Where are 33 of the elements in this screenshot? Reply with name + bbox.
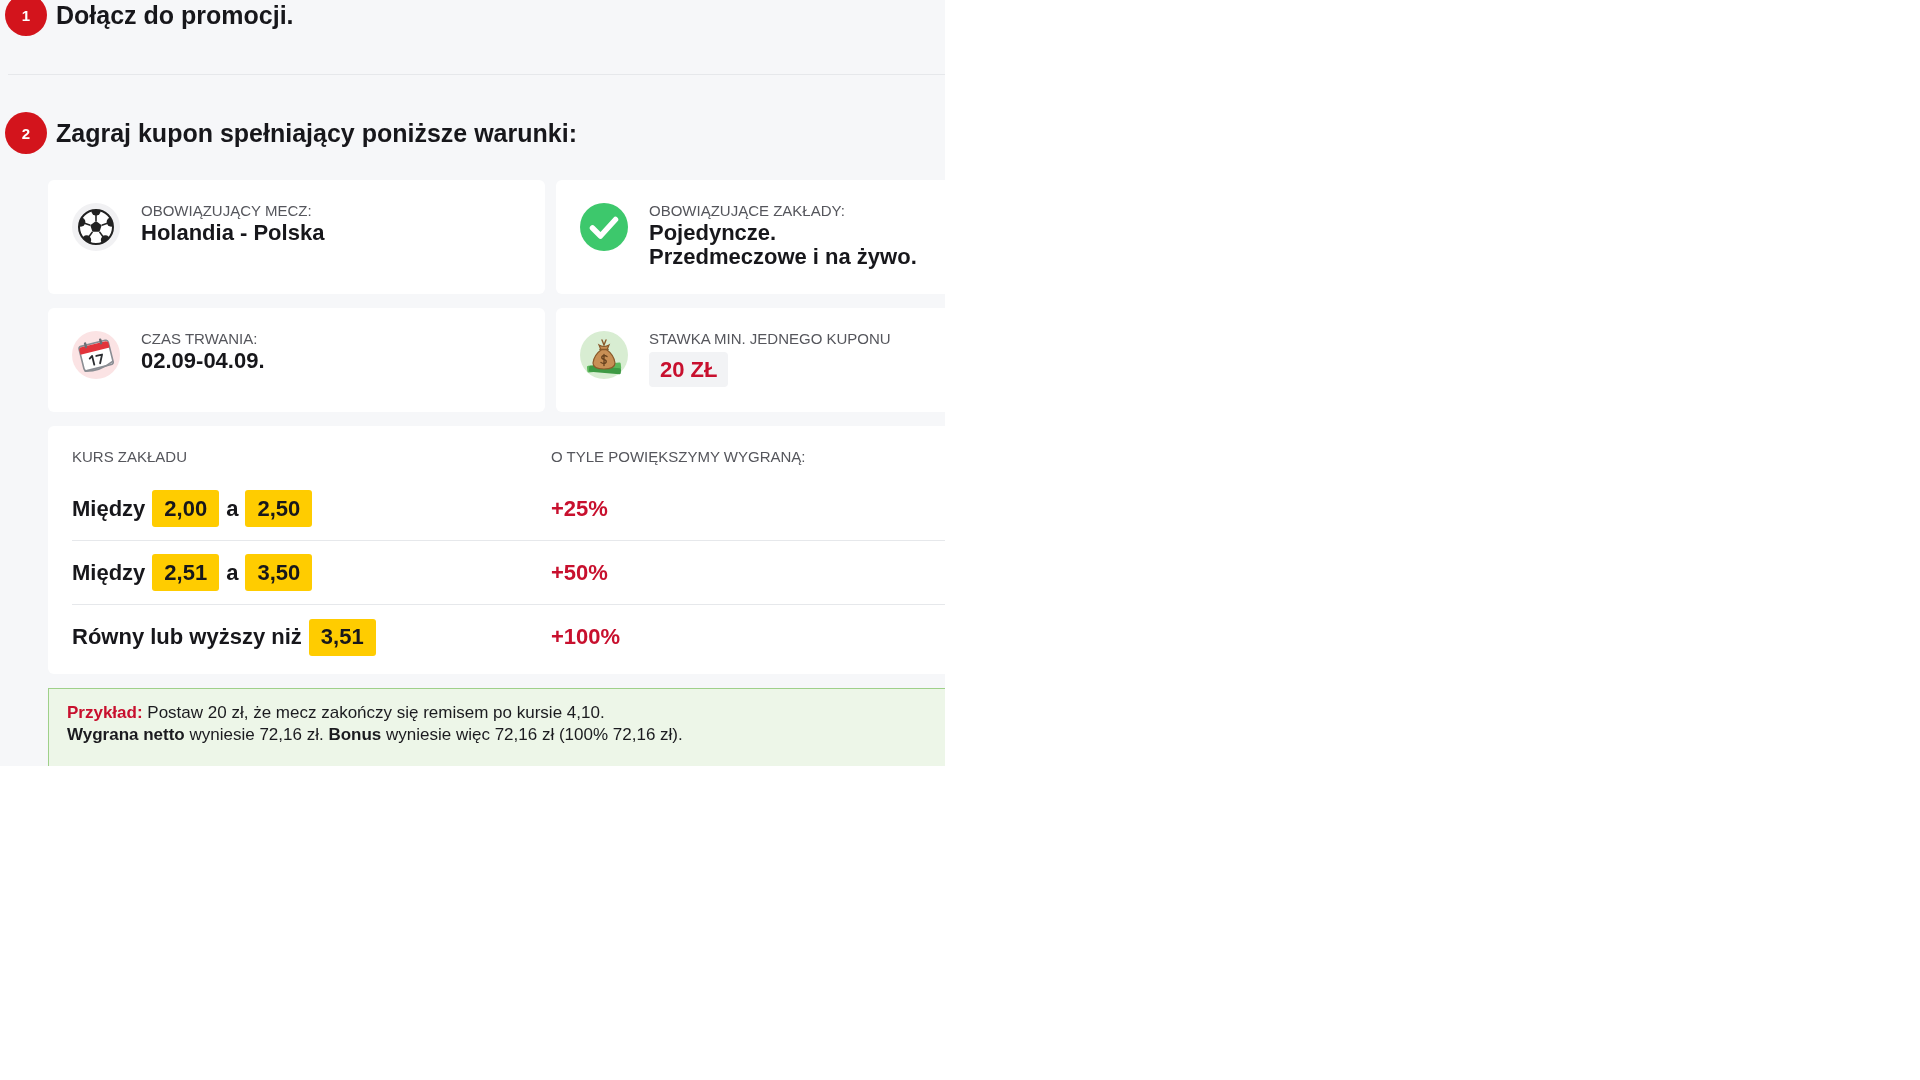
bonus-percent: +25% — [551, 495, 608, 522]
condition-value: Pojedyncze. Przedmeczowe i na żywo. — [649, 221, 917, 269]
column-header: KURS ZAKŁADU — [72, 448, 189, 466]
condition-value: 02.09-04.09. — [141, 349, 265, 373]
column-header: O TYLE POWIĘKSZYMY WYGRANĄ: — [551, 448, 807, 466]
step-number: 1 — [5, 0, 47, 36]
bonus-percent: +50% — [551, 559, 608, 586]
step-number: 2 — [5, 112, 47, 154]
soccer-ball-icon — [72, 203, 120, 251]
stake-amount: 20 ZŁ — [649, 352, 729, 387]
odds-highlight: 3,51 — [308, 618, 376, 656]
check-icon — [580, 203, 628, 251]
condition-label: STAWKA MIN. JEDNEGO KUPONU — [649, 330, 891, 348]
odds-highlight: 2,50 — [245, 490, 313, 527]
money-bag-icon — [580, 331, 628, 379]
range-text: Między — [72, 495, 146, 522]
range-text: Równy lub wyższy niż — [72, 624, 302, 650]
bonus-percent: +100% — [551, 624, 621, 650]
condition-label: OBOWIĄZUJĄCE ZAKŁADY: — [649, 202, 846, 220]
range-text: Między — [72, 559, 146, 586]
example-text: Wygrana netto wyniesie 72,16 zł. Bonus wyniesie więc 72,16 zł (100% 72,16 zł). — [67, 724, 683, 746]
odds-highlight: 2,51 — [152, 554, 220, 591]
odds-highlight: 2,00 — [152, 490, 220, 527]
calendar-icon — [72, 331, 120, 379]
condition-label: OBOWIĄZUJĄCY MECZ: — [141, 202, 313, 220]
step-title: Dołącz do promocji. — [56, 0, 294, 30]
step-title: Zagraj kupon spełniający poniższe warunki: — [56, 118, 577, 148]
condition-label: CZAS TRWANIA: — [141, 330, 259, 348]
odds-highlight: 3,50 — [245, 554, 313, 591]
condition-value: Holandia - Polska — [141, 221, 325, 245]
range-text: a — [226, 495, 239, 522]
range-text: a — [226, 559, 239, 586]
example-text: Przykład: Postaw 20 zł, że mecz zakończy się remisem po kursie 4,10. — [67, 702, 605, 724]
